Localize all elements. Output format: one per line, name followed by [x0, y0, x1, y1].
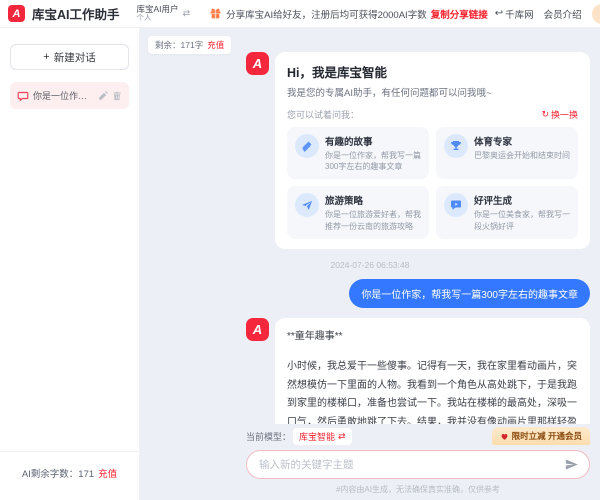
try-ask-label: 您可以试着问我： — [287, 108, 359, 121]
greeting-title: Hi，我是库宝智能 — [287, 62, 578, 81]
pen-icon — [295, 134, 319, 158]
new-chat-button[interactable]: + 新建对话 — [10, 44, 129, 70]
chat-history-title: 你是一位作家，帮... — [33, 89, 94, 102]
chat-history-item[interactable]: 你是一位作家，帮... — [10, 82, 129, 109]
recharge-link[interactable]: 充值 — [98, 469, 117, 480]
ai-remaining-label: AI剩余字数：171 — [22, 469, 94, 480]
refresh-icon: ↻ — [541, 109, 549, 120]
composer-bar: 当前模型： 库宝智能 ⇄ 限时立减 开通会员 #内容由AI生成，无法确保真实准确… — [140, 424, 600, 500]
trophy-icon — [444, 134, 468, 158]
comment-icon — [444, 193, 468, 217]
swap-model-icon: ⇄ — [338, 431, 346, 442]
greeting-card: Hi，我是库宝智能 我是您的专属AI助手，有任何问题都可以问我哦~ 您可以试着问… — [275, 52, 590, 249]
share-banner: 分享库宝AI给好友，注册后均可获得2000AI字数 复制分享链接 — [209, 7, 488, 21]
plane-icon — [295, 193, 319, 217]
ai-message-card: **童年趣事** 小时候，我总爱干一些傻事。记得有一天，我在家里看动画片，突然想… — [275, 318, 590, 424]
member-promo-button[interactable]: 限时立减 开通会员 — [492, 427, 590, 445]
user-account-switcher[interactable]: 库宝AI用户 个人 ⇄ — [137, 5, 191, 23]
nav-member-intro[interactable]: 会员介绍 — [544, 7, 582, 21]
edit-icon[interactable] — [98, 91, 108, 101]
ai-avatar: A — [246, 318, 269, 341]
suggestion-grid: 有趣的故事 你是一位作家，帮我写一篇300字左右的趣事文章 体育专家 巴黎奥运会… — [287, 127, 578, 239]
recharge-link-main[interactable]: 充值 — [207, 40, 224, 50]
swap-account-icon: ⇄ — [183, 8, 191, 19]
app-header: A 库宝AI工作助手 库宝AI用户 个人 ⇄ 分享库宝AI给好友，注册后均可获得… — [0, 0, 600, 28]
copy-share-link[interactable]: 复制分享链接 — [431, 7, 488, 21]
return-arrow-icon: ↩ — [495, 8, 503, 19]
remaining-words-pill: 剩余：171字充值 — [148, 36, 231, 54]
greeting-subtitle: 我是您的专属AI助手，有任何问题都可以问我哦~ — [287, 85, 578, 99]
suggestion-card-travel[interactable]: 旅游策略 你是一位旅游爱好者，帮我推荐一份云南的旅游攻略 — [287, 186, 429, 238]
trash-icon[interactable] — [112, 91, 122, 101]
suggestion-card-review[interactable]: 好评生成 你是一位美食家，帮我写一段火锅好评 — [436, 186, 578, 238]
chat-message-list[interactable]: A Hi，我是库宝智能 我是您的专属AI助手，有任何问题都可以问我哦~ 您可以试… — [140, 28, 600, 424]
model-selector[interactable]: 库宝智能 ⇄ — [293, 428, 352, 445]
app-logo-icon: A — [8, 5, 25, 22]
send-icon[interactable] — [564, 457, 579, 472]
suggestion-card-sports[interactable]: 体育专家 巴黎奥运会开始和结束时间 — [436, 127, 578, 179]
current-model-label: 当前模型： — [246, 430, 291, 443]
remaining-words-label: 剩余：171字 — [155, 40, 203, 50]
ai-message-title: **童年趣事** — [287, 328, 578, 347]
gift-icon — [209, 7, 222, 20]
chat-main: 剩余：171字充值 A Hi，我是库宝智能 我是您的专属AI助手，有任何问题都可… — [140, 28, 600, 500]
sidebar: + 新建对话 你是一位作家，帮... AI剩余字数：171 充值 — [0, 28, 140, 500]
ai-avatar: A — [246, 52, 269, 75]
chat-bubble-icon — [17, 90, 29, 102]
share-banner-text: 分享库宝AI给好友，注册后均可获得2000AI字数 — [226, 7, 427, 21]
vip-button[interactable]: 限时 — [592, 4, 600, 24]
message-timestamp: 2024-07-26 06:53:48 — [140, 260, 600, 270]
user-message-bubble: 你是一位作家，帮我写一篇300字左右的趣事文章 — [349, 279, 590, 308]
ai-message-paragraph: 小时候，我总爱干一些傻事。记得有一天，我在家里看动画片，突然想模仿一下里面的人物… — [287, 358, 578, 424]
heart-icon — [500, 432, 509, 441]
header-right-nav: ↩ 千库网 会员介绍 限时 — [495, 4, 600, 24]
app-title: 库宝AI工作助手 — [32, 4, 120, 23]
suggestion-card-story[interactable]: 有趣的故事 你是一位作家，帮我写一篇300字左右的趣事文章 — [287, 127, 429, 179]
message-input-container — [246, 450, 590, 479]
sidebar-footer: AI剩余字数：171 充值 — [0, 451, 139, 500]
plus-icon: + — [43, 51, 49, 63]
ai-disclaimer: #内容由AI生成，无法确保真实准确，仅供参考 — [246, 484, 590, 495]
user-type: 个人 — [137, 14, 179, 22]
refresh-suggestions-button[interactable]: ↻ 换一换 — [541, 108, 578, 121]
message-input[interactable] — [259, 459, 564, 471]
nav-qianku[interactable]: ↩ 千库网 — [495, 7, 534, 21]
